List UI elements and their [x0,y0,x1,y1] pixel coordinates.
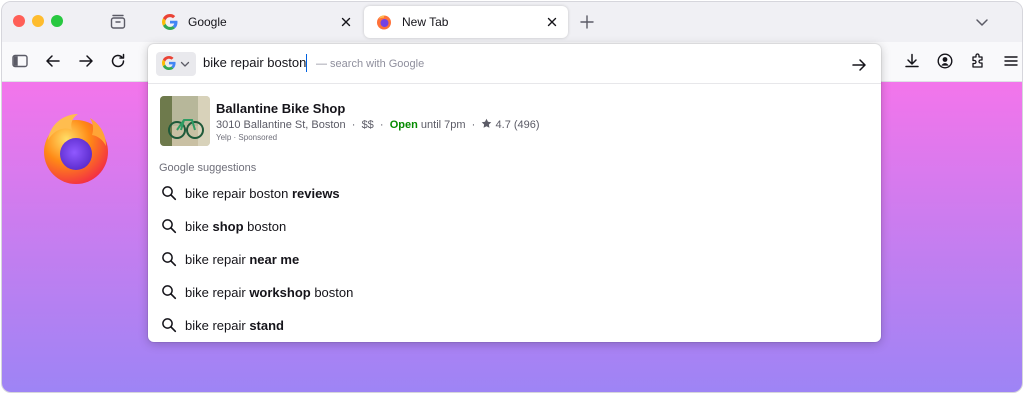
suggestion-item[interactable]: bike repair near me [148,242,881,275]
suggestion-item[interactable]: bike shop boston [148,209,881,242]
suggestion-text: bike repair workshop boston [185,285,354,300]
close-window-button[interactable] [13,15,25,27]
close-icon[interactable] [544,14,560,30]
google-g-icon [162,14,178,30]
firefox-icon [377,15,391,30]
business-hours: until 7pm [420,119,466,131]
menu-icon[interactable] [1001,51,1021,71]
zoom-window-button[interactable] [51,15,63,27]
suggestion-text: bike repair near me [185,252,300,267]
business-thumbnail [160,96,210,146]
text-caret [306,54,307,72]
tab-google[interactable]: Google [150,6,362,38]
suggestion-text: bike repair boston reviews [185,186,340,201]
business-result[interactable]: Ballantine Bike Shop 3010 Ballantine St,… [148,94,881,148]
tab-title: Google [188,15,227,29]
account-icon[interactable] [935,51,955,71]
business-open-status: Open [389,119,418,131]
search-engine-button[interactable] [156,52,196,76]
search-icon [162,252,177,267]
search-icon [162,219,177,234]
business-price: $$ [361,119,374,131]
chevron-down-icon [180,61,190,67]
forward-icon[interactable] [76,51,96,71]
business-rating: 4.7 [495,119,511,131]
suggestion-item[interactable]: bike repair boston reviews [148,176,881,209]
urlbar-popup: bike repair boston — search with Google … [148,44,881,342]
separator-dot: · [348,119,359,131]
sponsored-label: Sponsored [238,133,278,142]
urlbar-hint: — search with Google [316,58,425,70]
extensions-icon[interactable] [968,51,988,71]
suggestion-text: bike repair stand [185,318,284,333]
firefox-logo-icon [44,114,108,184]
business-address: 3010 Ballantine St, Boston [216,119,346,131]
separator-dot: · [468,119,479,131]
business-details: 3010 Ballantine St, Boston · $$ · Open u… [216,118,540,131]
urlbar: bike repair boston — search with Google [148,44,881,84]
separator-dot: · [376,119,387,131]
reload-icon[interactable] [108,51,128,71]
urlbar-input[interactable]: bike repair boston [203,55,306,70]
tab-title: New Tab [402,15,449,29]
star-icon [482,118,492,128]
suggestion-text: bike shop boston [185,219,287,234]
search-icon [162,186,177,201]
search-icon [162,285,177,300]
suggestion-item[interactable]: bike repair workshop boston [148,275,881,308]
chevron-down-icon[interactable] [974,14,990,30]
business-reviews: (496) [513,119,540,131]
go-arrow-icon[interactable] [850,56,868,74]
search-icon [162,318,177,333]
business-name: Ballantine Bike Shop [216,101,346,116]
tab-new-tab[interactable]: New Tab [364,6,568,38]
suggestions-heading: Google suggestions [159,162,257,174]
tab-overview-icon[interactable] [109,13,127,31]
minimize-window-button[interactable] [32,15,44,27]
back-icon[interactable] [43,51,63,71]
browser-window: Google New Tab bike repair boston — sear… [1,1,1023,393]
suggestion-item[interactable]: bike repair stand [148,308,881,341]
downloads-icon[interactable] [902,51,922,71]
google-g-icon [162,56,176,70]
business-source: Yelp [216,133,232,142]
sidebar-icon[interactable] [10,51,30,71]
close-icon[interactable] [338,14,354,30]
business-attribution: Yelp · Sponsored [216,133,277,142]
tab-strip: Google New Tab [2,2,1022,42]
plus-icon[interactable] [578,13,596,31]
